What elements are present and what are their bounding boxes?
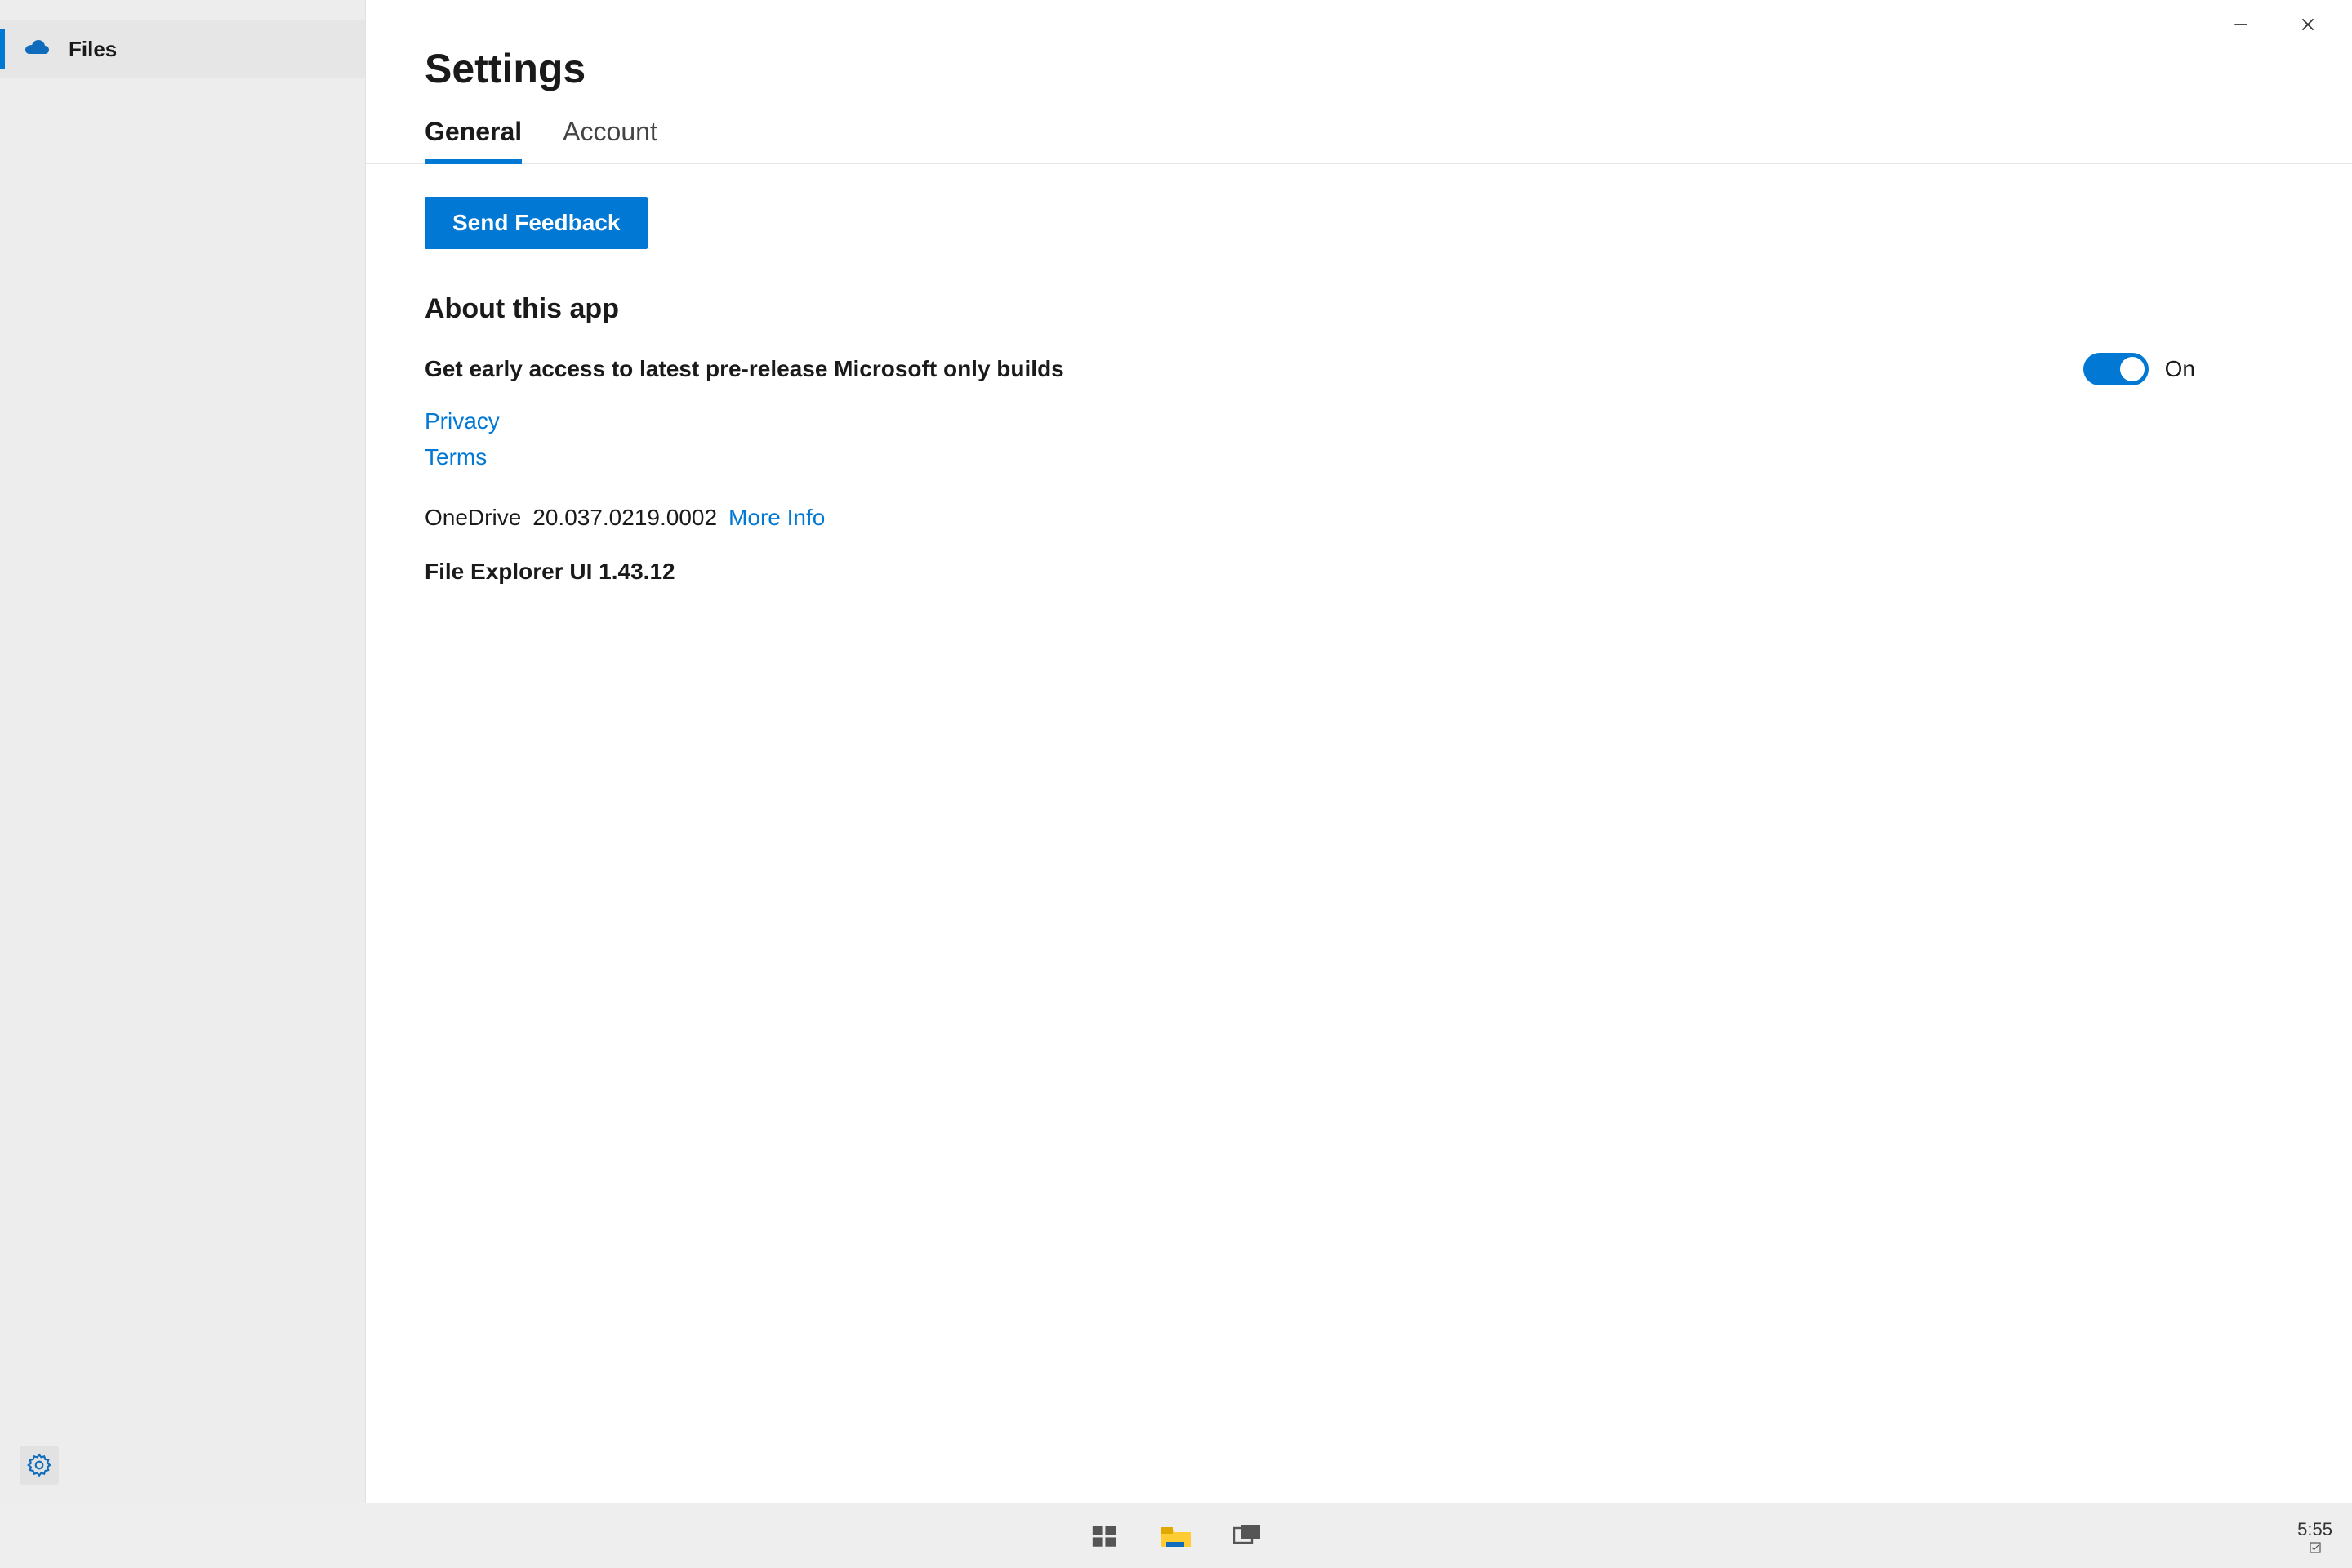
minimize-button[interactable] xyxy=(2216,8,2265,41)
gear-icon xyxy=(26,1452,52,1478)
sidebar-item-label: Files xyxy=(69,37,117,62)
settings-button[interactable] xyxy=(20,1446,59,1485)
onedrive-name: OneDrive xyxy=(425,505,521,531)
cloud-icon xyxy=(23,35,51,63)
taskbar-right: 5:55 xyxy=(2297,1503,2332,1568)
send-feedback-button[interactable]: Send Feedback xyxy=(425,197,648,249)
taskbar: 5:55 xyxy=(0,1503,2352,1568)
toggle-row-early-access: Get early access to latest pre-release M… xyxy=(425,353,2293,385)
tab-account[interactable]: Account xyxy=(563,117,657,163)
more-info-link[interactable]: More Info xyxy=(728,505,825,531)
start-button[interactable] xyxy=(1085,1517,1124,1556)
content: Send Feedback About this app Get early a… xyxy=(366,164,2352,617)
about-heading: About this app xyxy=(425,293,2293,325)
toggle-knob xyxy=(2120,357,2145,381)
onedrive-version: 20.037.0219.0002 xyxy=(532,505,717,531)
toggle-state-label: On xyxy=(2165,356,2195,382)
taskbar-item-taskview[interactable] xyxy=(1228,1517,1267,1556)
main: Settings General Account Send Feedback A… xyxy=(366,0,2352,1503)
terms-link[interactable]: Terms xyxy=(425,444,487,470)
tray-icon[interactable] xyxy=(2310,1542,2321,1553)
toggle-label-early-access: Get early access to latest pre-release M… xyxy=(425,356,1064,382)
early-access-toggle[interactable] xyxy=(2083,353,2149,385)
taskbar-item-explorer[interactable] xyxy=(1156,1517,1196,1556)
privacy-link[interactable]: Privacy xyxy=(425,408,500,434)
onedrive-version-row: OneDrive 20.037.0219.0002 More Info xyxy=(425,505,2293,531)
file-explorer-version: File Explorer UI 1.43.12 xyxy=(425,559,2293,585)
sidebar-item-files[interactable]: Files xyxy=(0,20,365,78)
windows-icon xyxy=(1090,1522,1118,1550)
taskview-icon xyxy=(1233,1524,1263,1548)
folder-icon xyxy=(1160,1522,1192,1550)
tab-general[interactable]: General xyxy=(425,117,522,163)
titlebar xyxy=(2197,0,2352,49)
page-title: Settings xyxy=(366,0,2352,117)
close-button[interactable] xyxy=(2283,8,2332,41)
sidebar: Files xyxy=(0,0,366,1503)
taskbar-clock[interactable]: 5:55 xyxy=(2297,1519,2332,1540)
tabs: General Account xyxy=(366,117,2352,164)
